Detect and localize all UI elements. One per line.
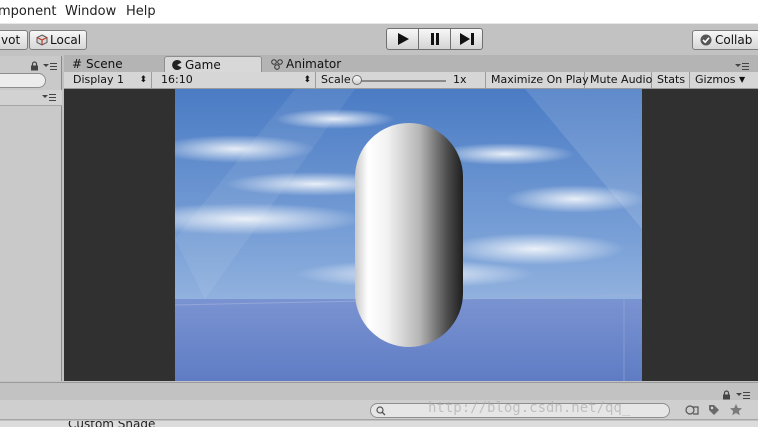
display-dropdown[interactable]: Display 1 ⬍ [68,72,152,89]
hierarchy-search-input[interactable] [0,73,46,88]
scale-value: 1x [453,73,467,86]
tab-scene-label: Scene [86,57,123,71]
game-pacman-icon [172,60,182,70]
pause-button[interactable] [418,28,451,50]
menu-icon[interactable] [736,391,750,400]
mute-audio-toggle[interactable]: Mute Audio [585,72,652,89]
stats-toggle[interactable]: Stats [652,72,690,89]
scene-grid-icon: # [72,57,83,71]
tab-animator-label: Animator [286,57,342,71]
display-label: Display 1 [73,73,125,86]
asset-label: Custom Shade [68,421,155,427]
tab-game[interactable]: Game [164,56,262,73]
chevron-updown-icon: ⬍ [139,75,147,85]
menu-window[interactable]: Window [65,4,116,19]
main-toolbar [0,24,758,54]
create-menu-icon[interactable] [42,94,56,102]
play-icon [397,33,409,45]
watermark-text: http://blog.csdn.net/qq_ [428,400,631,416]
hierarchy-header [0,90,62,106]
lock-icon[interactable] [722,390,731,400]
scale-control: Scale 1x [316,72,486,89]
menu-component[interactable]: mponent [0,4,56,19]
gizmos-dropdown[interactable]: Gizmos ▼ [690,72,752,89]
animator-icon [271,59,283,70]
step-button[interactable] [450,28,483,50]
step-icon [459,33,474,45]
maximize-label: Maximize On Play [491,73,589,86]
lock-icon[interactable] [30,61,39,71]
aspect-dropdown[interactable]: 16:10 ⬍ [156,72,316,89]
pivot-label: vot [1,33,21,47]
menu-icon[interactable] [43,62,57,71]
filter-type-icon[interactable] [685,404,699,416]
scale-slider-track[interactable] [354,80,446,82]
menu-bar: mponent Window Help [0,0,758,24]
stats-label: Stats [657,73,686,86]
tab-scene[interactable]: # Scene [66,56,162,73]
tab-animator[interactable]: Animator [266,56,376,73]
tag-icon[interactable] [708,404,720,416]
collab-label: Collab [715,33,753,47]
local-cube-icon [36,34,48,46]
pause-icon [430,33,439,45]
mute-label: Mute Audio [590,73,653,86]
maximize-on-play-toggle[interactable]: Maximize On Play [486,72,589,89]
check-icon [700,34,712,46]
tab-game-label: Game [185,58,221,72]
chevron-updown-icon: ⬍ [303,75,311,85]
local-button[interactable]: Local [29,30,87,50]
capsule-object [355,123,463,347]
star-icon[interactable] [729,403,743,417]
search-icon [376,406,386,416]
game-viewport[interactable] [175,89,642,381]
gizmos-label: Gizmos [695,73,736,86]
collab-button[interactable]: Collab [692,30,758,50]
local-label: Local [50,33,82,47]
rendered-scene [175,89,642,381]
chevron-down-icon: ▼ [739,75,746,84]
playback-controls [386,28,483,50]
play-button[interactable] [386,28,419,50]
aspect-label: 16:10 [161,73,193,86]
project-content: Custom Shade [0,421,758,427]
scale-label: Scale [321,73,351,86]
pivot-button[interactable]: vot [0,30,28,50]
menu-help[interactable]: Help [126,4,156,19]
scale-slider-thumb[interactable] [352,75,362,85]
game-view-menu-icon[interactable] [735,62,749,71]
